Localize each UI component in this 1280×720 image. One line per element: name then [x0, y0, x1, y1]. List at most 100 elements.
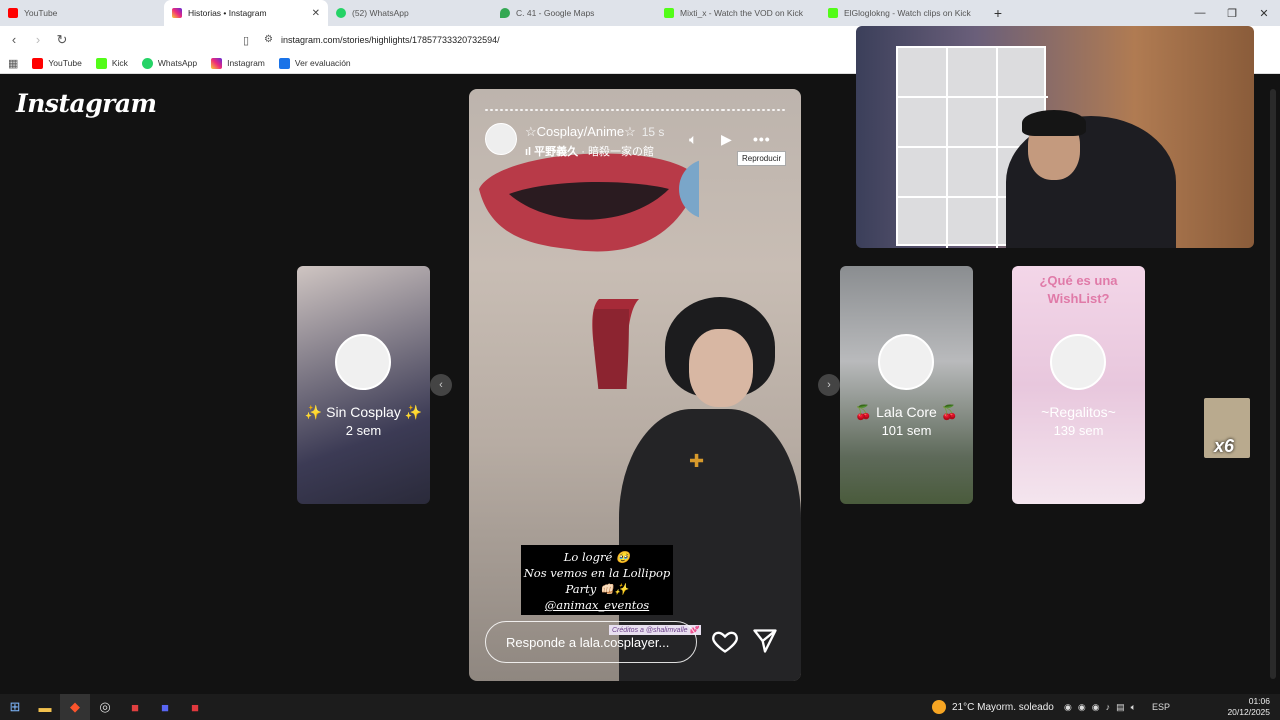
voice-app-icon[interactable]: ■	[120, 694, 150, 720]
windows-start-icon[interactable]: ⊞	[0, 694, 30, 720]
close-tab-icon[interactable]: ✕	[312, 8, 320, 19]
tab-instagram[interactable]: Historias • Instagram ✕	[164, 0, 328, 26]
url-text: instagram.com/stories/highlights/1785773…	[280, 34, 500, 45]
weather-widget[interactable]: 21°C Mayorm. soleado	[932, 694, 1054, 720]
apps-grid-icon[interactable]: ▦	[8, 57, 18, 70]
bookmark-ver-evaluacion[interactable]: Ver evaluación	[278, 57, 351, 69]
bookmark-instagram[interactable]: Instagram	[211, 57, 265, 69]
address-bar[interactable]: ⚙ instagram.com/stories/highlights/17857…	[256, 29, 856, 50]
red-app-icon[interactable]: ■	[180, 694, 210, 720]
bookmark-kick[interactable]: Kick	[95, 57, 128, 69]
close-window-icon[interactable]: ✕	[1248, 0, 1280, 26]
heart-icon[interactable]	[711, 627, 739, 655]
network-icon[interactable]: ▤	[1116, 702, 1125, 713]
clock[interactable]: 01:06 20/12/2025	[1227, 696, 1270, 718]
thumb-age: 139 sem	[1053, 423, 1104, 438]
evaluation-icon	[278, 57, 290, 69]
instagram-icon	[211, 57, 223, 69]
story-viewer[interactable]: ✚ ☆Cosplay/Anime☆ 15 s ıl 平野義久 · 暗殺一家の館 🔈…	[469, 89, 801, 681]
avatar	[335, 334, 391, 390]
tab-label: Historias • Instagram	[188, 8, 267, 18]
clock-date: 20/12/2025	[1227, 707, 1270, 717]
clock-time: 01:06	[1248, 696, 1270, 706]
caption-line: Lo logré 🥹	[563, 550, 631, 564]
back-arrow-icon[interactable]: ‹	[4, 30, 24, 50]
tray-app-icon[interactable]: ◉	[1078, 702, 1086, 713]
window-controls: — ❐ ✕	[1184, 0, 1280, 26]
bookmark-whatsapp[interactable]: WhatsApp	[141, 57, 198, 69]
mic-icon[interactable]: ♪	[1106, 702, 1111, 712]
thumb-title: ✨ Sin Cosplay ✨	[304, 404, 423, 420]
tab-youtube[interactable]: YouTube	[0, 0, 164, 26]
weather-text: 21°C Mayorm. soleado	[952, 701, 1054, 713]
youtube-icon	[8, 8, 18, 18]
cross-necklace: ✚	[689, 451, 705, 471]
brave-browser-icon[interactable]: ◆	[60, 694, 90, 720]
kick-icon	[95, 57, 107, 69]
instagram-icon	[172, 8, 182, 18]
more-count: x6	[1214, 436, 1235, 456]
more-options-icon[interactable]: •••	[753, 131, 771, 147]
tray-app-icon[interactable]: ◉	[1092, 702, 1100, 713]
volume-tray-icon[interactable]: 🔈︎	[1131, 702, 1136, 713]
file-explorer-icon[interactable]: ▬	[30, 694, 60, 720]
play-tooltip: Reproducir	[737, 151, 787, 166]
volume-icon[interactable]: 🔈︎	[689, 131, 697, 148]
maps-pin-icon	[500, 8, 510, 18]
thumb-title: 🍒 Lala Core 🍒	[854, 404, 959, 420]
tab-label: Mixti_x - Watch the VOD on Kick	[680, 8, 803, 18]
play-icon[interactable]: ▶	[721, 131, 732, 148]
instagram-logo[interactable]: Instagram	[16, 89, 157, 118]
kick-icon	[664, 8, 674, 18]
send-icon[interactable]	[751, 627, 779, 655]
scrollbar[interactable]	[1270, 89, 1276, 679]
forward-arrow-icon[interactable]: ›	[28, 30, 48, 50]
tab-label: (52) WhatsApp	[352, 8, 409, 18]
bookmark-label: WhatsApp	[157, 58, 198, 68]
streamer-hair	[1022, 110, 1086, 136]
whatsapp-icon	[141, 57, 153, 69]
whatsapp-icon	[336, 8, 346, 18]
username-text: ☆Cosplay/Anime☆	[525, 124, 636, 139]
person-face	[689, 329, 753, 407]
screen: YouTube Historias • Instagram ✕ (52) Wha…	[0, 0, 1280, 720]
story-thumb-sin-cosplay[interactable]: ✨ Sin Cosplay ✨ 2 sem	[297, 266, 430, 504]
discord-icon[interactable]: ■	[150, 694, 180, 720]
wishlist-heading: ¿Qué es una WishList?	[1039, 273, 1118, 306]
language-indicator[interactable]: ESP	[1152, 702, 1170, 712]
thumb-age: 2 sem	[345, 423, 382, 438]
minimize-icon[interactable]: —	[1184, 0, 1216, 26]
tray-app-icon[interactable]: ◉	[1064, 702, 1072, 713]
tab-google-maps[interactable]: C. 41 - Google Maps	[492, 0, 656, 26]
tab-whatsapp[interactable]: (52) WhatsApp	[328, 0, 492, 26]
site-info-icon[interactable]: ⚙	[264, 34, 273, 45]
tab-label: ElGloglokng - Watch clips on Kick	[844, 8, 971, 18]
bookmark-icon[interactable]: ▯	[236, 30, 256, 50]
tab-label: C. 41 - Google Maps	[516, 8, 595, 18]
webcam-overlay	[856, 26, 1254, 248]
story-music[interactable]: ıl 平野義久 · 暗殺一家の館	[525, 143, 654, 159]
more-stories-thumb[interactable]: x6	[1204, 398, 1250, 458]
tab-label: YouTube	[24, 8, 58, 18]
story-time: 15 s	[641, 125, 665, 139]
reply-input[interactable]: Responde a lala.cosplayer...	[485, 621, 697, 663]
story-avatar[interactable]	[485, 123, 517, 155]
story-thumb-regalitos[interactable]: ¿Qué es una WishList? ~Regalitos~ 139 se…	[1012, 266, 1145, 504]
tab-kick-vod[interactable]: Mixti_x - Watch the VOD on Kick	[656, 0, 820, 26]
avatar	[878, 334, 934, 390]
previous-story-button[interactable]: ‹	[430, 374, 452, 396]
obs-icon[interactable]: ◎	[90, 694, 120, 720]
tab-kick-clips[interactable]: ElGloglokng - Watch clips on Kick	[820, 0, 984, 26]
restore-icon[interactable]: ❐	[1216, 0, 1248, 26]
bookmark-label: Kick	[111, 58, 128, 68]
story-username[interactable]: ☆Cosplay/Anime☆ 15 s	[525, 124, 664, 140]
story-thumb-lala-core[interactable]: 🍒 Lala Core 🍒 101 sem	[840, 266, 973, 504]
new-tab-button[interactable]: +	[988, 5, 1008, 21]
reload-icon[interactable]: ↻	[52, 30, 72, 50]
bookmark-youtube[interactable]: YouTube	[32, 57, 82, 69]
caption-mention[interactable]: @animax_eventos	[521, 597, 673, 613]
bookmark-label: YouTube	[48, 58, 82, 68]
next-story-button[interactable]: ›	[818, 374, 840, 396]
taskbar: ⊞ ▬ ◆ ◎ ■ ■ ■ 21°C Mayorm. soleado ◉ ◉ ◉…	[0, 694, 1280, 720]
thumb-title: ~Regalitos~	[1041, 404, 1116, 420]
